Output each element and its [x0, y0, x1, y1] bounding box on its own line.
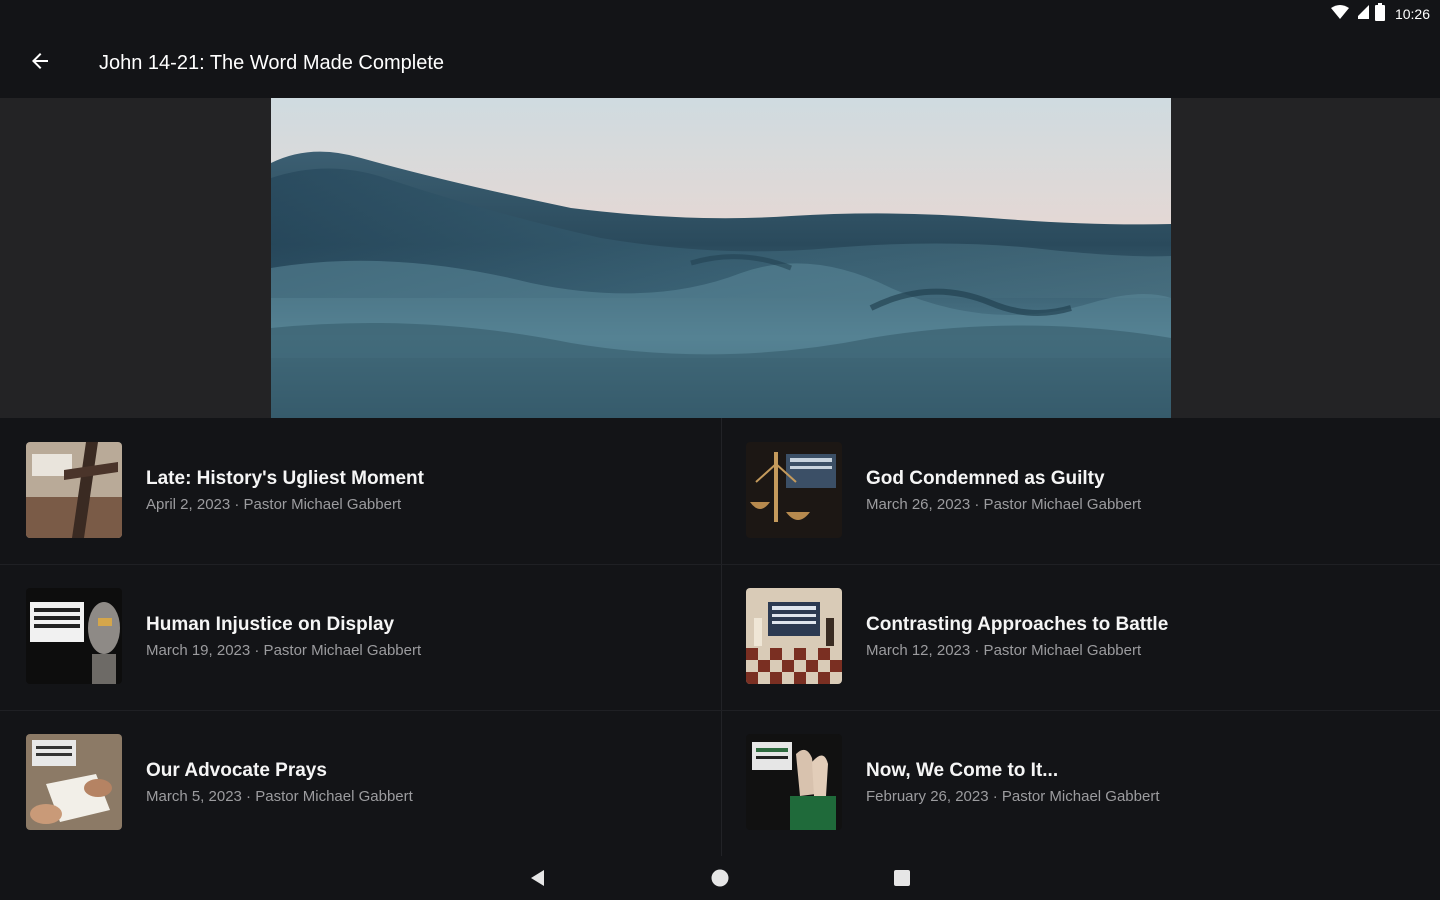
item-subtitle: February 26, 2023 · Pastor Michael Gabbe…	[866, 788, 1160, 805]
item-title: God Condemned as Guilty	[866, 468, 1105, 489]
item-title: Late: History's Ugliest Moment	[146, 468, 424, 489]
status-icons: 10:26	[1330, 2, 1430, 26]
list-item[interactable]: Contrasting Approaches to Battle March 1…	[720, 564, 1440, 710]
list-item[interactable]: Our Advocate Prays March 5, 2023 · Pasto…	[0, 710, 720, 856]
hands-thumbnail	[26, 734, 122, 830]
recents-square-icon	[892, 868, 912, 893]
sermon-list: Late: History's Ugliest Moment April 2, …	[0, 418, 1440, 856]
statue-thumbnail	[26, 588, 122, 684]
nav-back-button[interactable]	[520, 862, 556, 898]
list-item[interactable]: Human Injustice on Display March 19, 202…	[0, 564, 720, 710]
battery-icon	[1374, 2, 1385, 26]
raised-hands-thumbnail	[746, 734, 842, 830]
scales-thumbnail	[746, 442, 842, 538]
item-subtitle: March 19, 2023 · Pastor Michael Gabbert	[146, 642, 422, 659]
hero-image	[271, 98, 1171, 418]
item-title: Now, We Come to It...	[866, 760, 1059, 781]
list-item[interactable]: God Condemned as Guilty March 26, 2023 ·…	[720, 418, 1440, 564]
app-bar: John 14-21: The Word Made Complete	[0, 28, 1440, 98]
chess-thumbnail	[746, 588, 842, 684]
item-subtitle: March 5, 2023 · Pastor Michael Gabbert	[146, 788, 413, 805]
list-item[interactable]: Late: History's Ugliest Moment April 2, …	[0, 418, 720, 564]
nav-recents-button[interactable]	[884, 862, 920, 898]
item-title: Human Injustice on Display	[146, 614, 395, 635]
nav-home-button[interactable]	[702, 862, 738, 898]
item-title: Our Advocate Prays	[146, 760, 327, 781]
item-subtitle: April 2, 2023 · Pastor Michael Gabbert	[146, 496, 402, 513]
wifi-icon	[1330, 4, 1349, 24]
cross-thumbnail	[26, 442, 122, 538]
status-bar: 10:26	[0, 0, 1440, 28]
back-triangle-icon	[528, 868, 548, 893]
arrow-back-icon	[28, 49, 52, 78]
status-time: 10:26	[1394, 6, 1430, 22]
list-item[interactable]: Now, We Come to It... February 26, 2023 …	[720, 710, 1440, 856]
back-button[interactable]	[22, 45, 58, 81]
page-title: John 14-21: The Word Made Complete	[99, 52, 445, 74]
item-subtitle: March 26, 2023 · Pastor Michael Gabbert	[866, 496, 1142, 513]
home-circle-icon	[710, 868, 730, 893]
system-nav-bar	[0, 856, 1440, 900]
item-title: Contrasting Approaches to Battle	[866, 614, 1169, 635]
signal-icon	[1354, 4, 1369, 24]
item-subtitle: March 12, 2023 · Pastor Michael Gabbert	[866, 642, 1142, 659]
